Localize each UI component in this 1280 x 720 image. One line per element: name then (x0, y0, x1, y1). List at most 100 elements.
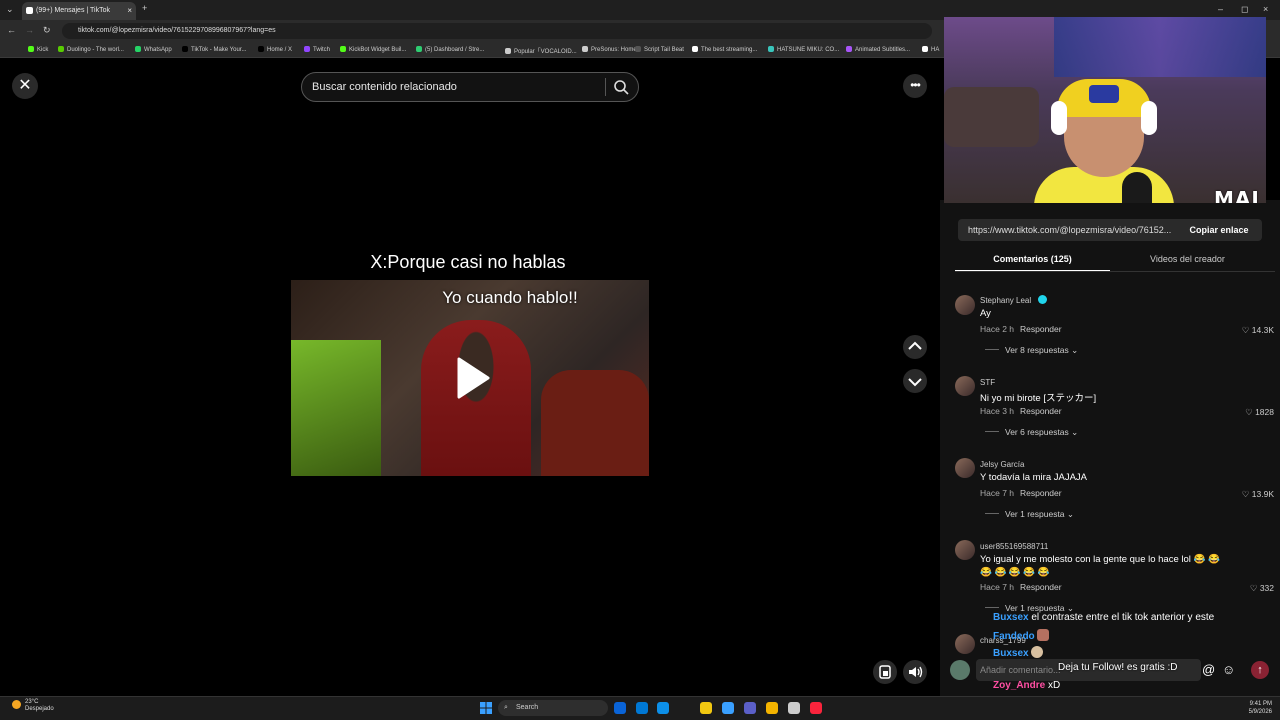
send-button[interactable]: ↑ (1251, 661, 1269, 679)
browser-tab-tiktok[interactable]: (99+) Mensajes | TikTok × (22, 2, 136, 20)
taskbar-app-icon[interactable] (657, 702, 669, 714)
copy-link-button[interactable]: Copiar enlace (1185, 219, 1253, 241)
bookmark-label: Kick (37, 47, 49, 53)
reply-button[interactable]: Responder (1020, 324, 1062, 334)
tab-list-icon[interactable]: ⌄ (6, 4, 14, 15)
bookmark-item[interactable]: HA (922, 46, 939, 53)
bookmark-favicon-icon (505, 48, 511, 54)
comment-username[interactable]: Jelsy García (980, 460, 1024, 469)
forward-icon[interactable]: → (25, 25, 34, 35)
like-count: 13.9K (1251, 489, 1274, 499)
bookmark-item[interactable]: PreSonus: Home (582, 46, 637, 53)
chat-user: Buxsex (993, 648, 1029, 659)
comment-username[interactable]: Stephany Leal (980, 296, 1031, 305)
reply-button[interactable]: Responder (1020, 488, 1062, 498)
view-replies-button[interactable]: Ver 1 respuesta ⌄ (985, 509, 1074, 520)
next-video-button[interactable] (903, 369, 927, 393)
taskbar-app-icon[interactable] (744, 702, 756, 714)
minimize-button[interactable]: – (1218, 4, 1223, 14)
tab-comments[interactable]: Comentarios (125) (955, 248, 1110, 272)
mention-icon[interactable]: @ (1202, 662, 1215, 677)
close-viewer-button[interactable]: ✕ (12, 73, 38, 99)
back-icon[interactable]: ← (7, 25, 16, 35)
avatar[interactable] (955, 634, 975, 654)
view-replies-label: Ver 1 respuesta (1005, 509, 1065, 519)
bookmark-item[interactable]: KickBot Widget Buil... (340, 46, 406, 53)
reply-button[interactable]: Responder (1020, 582, 1062, 592)
close-icon: ✕ (18, 77, 32, 94)
taskbar-app-icon[interactable] (788, 702, 800, 714)
maximize-button[interactable]: ◻ (1241, 4, 1248, 15)
reload-icon[interactable]: ↻ (43, 25, 51, 36)
bookmark-item[interactable]: Kick (28, 46, 48, 53)
like-button[interactable]: ♡ 14.3K (1224, 325, 1274, 336)
tab-title: (99+) Mensajes | TikTok (36, 7, 110, 14)
avatar[interactable] (955, 540, 975, 560)
avatar[interactable] (955, 458, 975, 478)
bookmark-favicon-icon (416, 46, 422, 52)
bookmark-item[interactable]: (5) Dashboard / Stre... (416, 46, 484, 53)
comment-username[interactable]: user855169588711 (980, 542, 1048, 551)
comment-username[interactable]: STF (980, 378, 995, 387)
like-button[interactable]: ♡ 1828 (1224, 407, 1274, 418)
follow-reminder-text: Deja tu Follow! es gratis :D (1058, 662, 1178, 673)
webcam-overlay: MAI (944, 17, 1266, 203)
more-options-button[interactable]: ••• (903, 74, 927, 98)
avatar[interactable] (955, 376, 975, 396)
tab-creator-videos[interactable]: Videos del creador (1110, 248, 1265, 272)
send-icon: ↑ (1257, 664, 1263, 676)
bookmark-item[interactable]: Duolingo - The worl... (58, 46, 124, 53)
bookmark-item[interactable]: Twitch (304, 46, 330, 53)
bookmark-item[interactable]: Script Tail Beat (635, 46, 684, 53)
clock-date: 5/9/2026 (1248, 709, 1272, 715)
comment-time: Hace 7 h (980, 582, 1015, 592)
weather-widget[interactable]: 23°C Despejado (8, 699, 54, 713)
like-button[interactable]: ♡ 13.9K (1224, 489, 1274, 500)
view-replies-button[interactable]: Ver 8 respuestas ⌄ (985, 345, 1078, 356)
verified-badge-icon (1038, 295, 1047, 304)
taskbar-app-icon[interactable] (810, 702, 822, 714)
pip-button[interactable] (873, 660, 897, 684)
bookmark-item[interactable]: Animated Subtitles... (846, 46, 910, 53)
bookmark-item[interactable]: Home / X (258, 46, 292, 53)
bookmark-item[interactable]: TikTok - Make Your... (182, 46, 246, 53)
avatar[interactable] (955, 295, 975, 315)
emoji-icon[interactable]: ☺ (1222, 662, 1235, 677)
bookmark-label: Popular「VOCALOID... (514, 49, 577, 55)
comment-text-line2: 😂 😂 😂 😂 😂 (980, 567, 1050, 578)
like-count: 14.3K (1251, 325, 1274, 335)
taskbar-app-icon[interactable] (614, 702, 626, 714)
taskbar-app-icon[interactable] (700, 702, 712, 714)
url-input[interactable]: tiktok.com/@lopezmisra/video/76152297089… (62, 23, 932, 39)
heart-icon: ♡ (1241, 489, 1252, 499)
windows-start-icon[interactable] (480, 702, 492, 714)
bookmark-item[interactable]: HATSUNE MIKU: CO... (768, 46, 839, 53)
tab-close-icon[interactable]: × (127, 2, 132, 20)
system-clock[interactable]: 9:41 PM 5/9/2026 (1238, 700, 1272, 716)
chevron-up-icon (908, 341, 922, 350)
chevron-down-icon: ⌄ (1066, 509, 1075, 519)
view-replies-button[interactable]: Ver 6 respuestas ⌄ (985, 427, 1078, 438)
bookmark-item[interactable]: The best streaming... (692, 46, 757, 53)
taskbar-app-icon[interactable] (722, 702, 734, 714)
bookmark-favicon-icon (768, 46, 774, 52)
previous-video-button[interactable] (903, 335, 927, 359)
bookmark-item[interactable]: WhatsApp (135, 46, 172, 53)
taskbar-app-icon[interactable] (636, 702, 648, 714)
heart-icon: ♡ (1245, 407, 1256, 417)
window-close-button[interactable]: × (1263, 4, 1268, 14)
bookmark-item[interactable]: Popular「VOCALOID... (505, 46, 577, 55)
video-chair (541, 370, 649, 476)
related-search-input[interactable]: Buscar contenido relacionado (301, 72, 639, 102)
taskbar-search[interactable]: ⌕ Search (498, 700, 608, 716)
like-button[interactable]: ♡ 332 (1224, 583, 1274, 594)
search-icon: ⌕ (504, 704, 508, 711)
play-icon[interactable] (455, 356, 491, 400)
reply-button[interactable]: Responder (1020, 406, 1062, 416)
search-icon[interactable] (612, 78, 630, 96)
view-replies-label: Ver 8 respuestas (1005, 345, 1069, 355)
taskbar-app-icon[interactable] (766, 702, 778, 714)
new-tab-button[interactable]: + (142, 3, 147, 13)
volume-button[interactable] (903, 660, 927, 684)
chat-text: xD (1048, 680, 1061, 691)
